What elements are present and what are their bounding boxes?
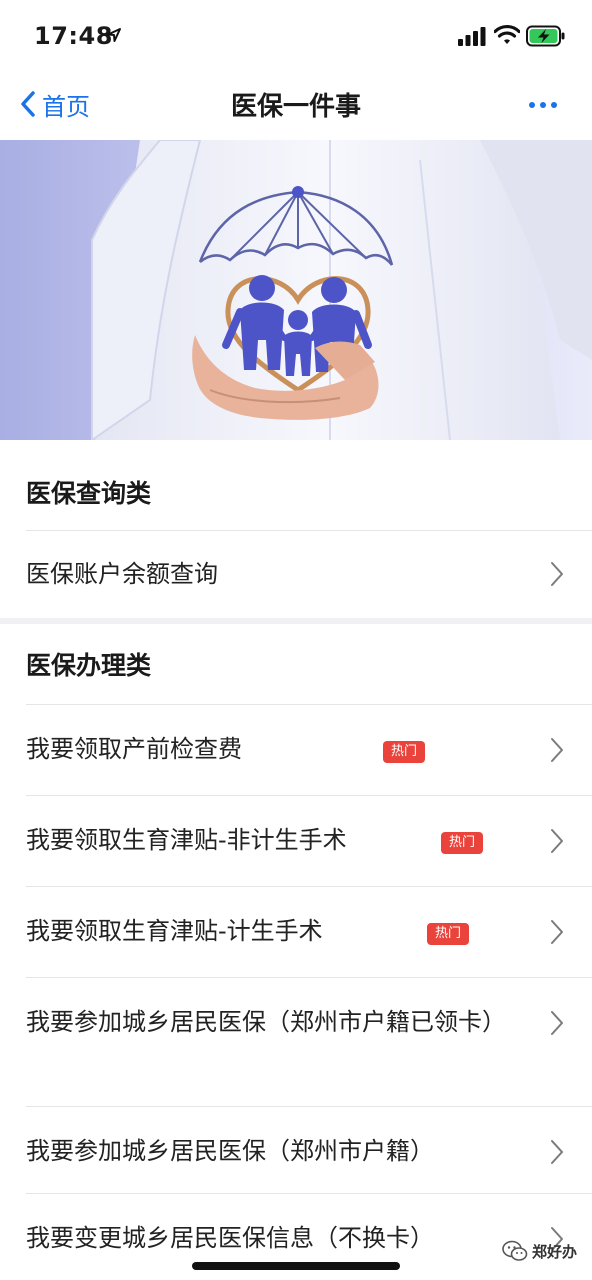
list-item-label: 我要领取生育津贴-计生手术 bbox=[26, 917, 323, 945]
list-item[interactable]: 我要领取生育津贴-非计生手术 热门 bbox=[0, 796, 592, 886]
cellular-signal-icon bbox=[458, 27, 486, 46]
chevron-right-icon bbox=[551, 1011, 563, 1035]
list-item-label: 我要变更城乡居民医保信息（不换卡） bbox=[26, 1224, 434, 1252]
battery-charging-icon bbox=[526, 25, 565, 47]
more-options-icon[interactable] bbox=[526, 90, 560, 120]
section-medical-insurance-handling: 医保办理类 我要领取产前检查费 热门 我要领取生育津贴-非计生手术 热门 我要领… bbox=[0, 624, 592, 1280]
hot-badge: 热门 bbox=[383, 741, 426, 763]
home-indicator[interactable] bbox=[192, 1262, 400, 1270]
watermark: 郑好办 bbox=[502, 1240, 577, 1262]
list-item[interactable]: 我要领取生育津贴-计生手术 热门 bbox=[0, 887, 592, 977]
list-item-label: 我要领取产前检查费 bbox=[26, 735, 242, 763]
wifi-icon bbox=[494, 24, 520, 44]
section-title: 医保查询类 bbox=[26, 479, 152, 508]
watermark-label: 郑好办 bbox=[532, 1242, 578, 1261]
chevron-right-icon bbox=[551, 829, 563, 853]
wechat-icon bbox=[502, 1240, 528, 1261]
family-umbrella-illustration bbox=[0, 140, 592, 440]
chevron-right-icon bbox=[551, 1140, 563, 1164]
list-item[interactable]: 我要参加城乡居民医保（郑州市户籍已领卡） bbox=[0, 978, 592, 1106]
chevron-right-icon bbox=[551, 562, 563, 586]
list-item[interactable]: 医保账户余额查询 bbox=[0, 531, 592, 617]
navigation-bar: 首页 医保一件事 bbox=[0, 72, 592, 138]
page-title: 医保一件事 bbox=[230, 92, 361, 122]
list-item[interactable]: 我要参加城乡居民医保（郑州市户籍） bbox=[0, 1107, 592, 1193]
status-bar: 17:48 bbox=[0, 0, 592, 72]
status-time: 17:48 bbox=[34, 22, 113, 50]
list-item-label: 我要参加城乡居民医保（郑州市户籍） bbox=[26, 1137, 434, 1165]
location-arrow-icon bbox=[107, 28, 121, 42]
section-title: 医保办理类 bbox=[26, 651, 152, 680]
hot-badge: 热门 bbox=[441, 832, 484, 854]
list-item-label: 医保账户余额查询 bbox=[26, 560, 218, 588]
list-item-label: 我要领取生育津贴-非计生手术 bbox=[26, 826, 347, 854]
chevron-right-icon bbox=[551, 920, 563, 944]
hot-badge: 热门 bbox=[427, 923, 470, 945]
list-item-label: 我要参加城乡居民医保（郑州市户籍已领卡） bbox=[26, 1008, 506, 1036]
section-medical-insurance-query: 医保查询类 医保账户余额查询 bbox=[0, 440, 592, 618]
list-item[interactable]: 我要领取产前检查费 热门 bbox=[0, 705, 592, 795]
chevron-right-icon bbox=[551, 738, 563, 762]
banner-image bbox=[0, 140, 592, 440]
